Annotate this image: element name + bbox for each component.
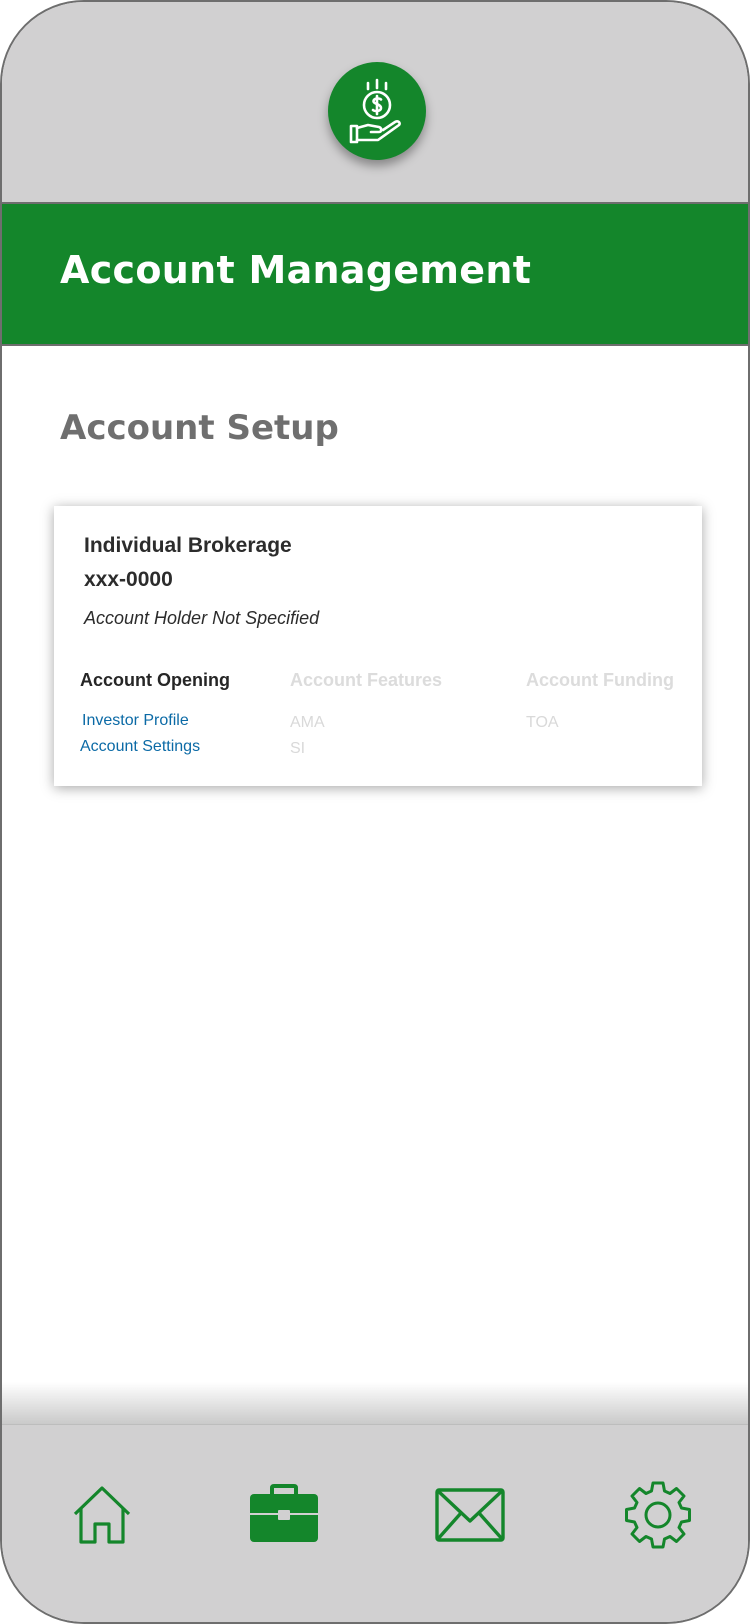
account-name: Individual Brokerage (84, 534, 292, 557)
app-logo (328, 62, 426, 160)
home-icon (73, 1486, 131, 1544)
nav-messages-button[interactable] (430, 1475, 510, 1555)
tab-account-funding: Account Funding (526, 670, 674, 690)
account-settings-link[interactable]: Account Settings (80, 738, 200, 756)
investor-profile-link[interactable]: Investor Profile (82, 712, 189, 730)
gear-icon (625, 1481, 691, 1549)
nav-home-button[interactable] (62, 1475, 142, 1555)
page-title: Account Management (60, 248, 532, 292)
toa-item: TOA (526, 714, 559, 731)
ama-item: AMA (290, 714, 325, 731)
nav-accounts-button[interactable] (244, 1475, 324, 1555)
nav-settings-button[interactable] (618, 1475, 698, 1555)
briefcase-icon (250, 1484, 318, 1542)
mail-icon (435, 1488, 505, 1542)
money-hand-icon (349, 78, 401, 144)
header-band: Account Management (2, 204, 748, 346)
section-title: Account Setup (60, 408, 339, 448)
tab-account-opening[interactable]: Account Opening (80, 670, 230, 691)
bottom-bar-shadow (2, 1382, 748, 1426)
tab-account-features: Account Features (290, 670, 443, 690)
si-item: SI (290, 740, 306, 757)
account-holder: Account Holder Not Specified (84, 608, 320, 628)
phone-frame: Account Management Account Setup Individ… (0, 0, 750, 1624)
account-number: xxx-0000 (84, 568, 173, 591)
bottom-nav (2, 1424, 748, 1622)
top-bar (2, 2, 748, 204)
account-card: Individual Brokerage xxx-0000 Account Ho… (54, 506, 702, 786)
